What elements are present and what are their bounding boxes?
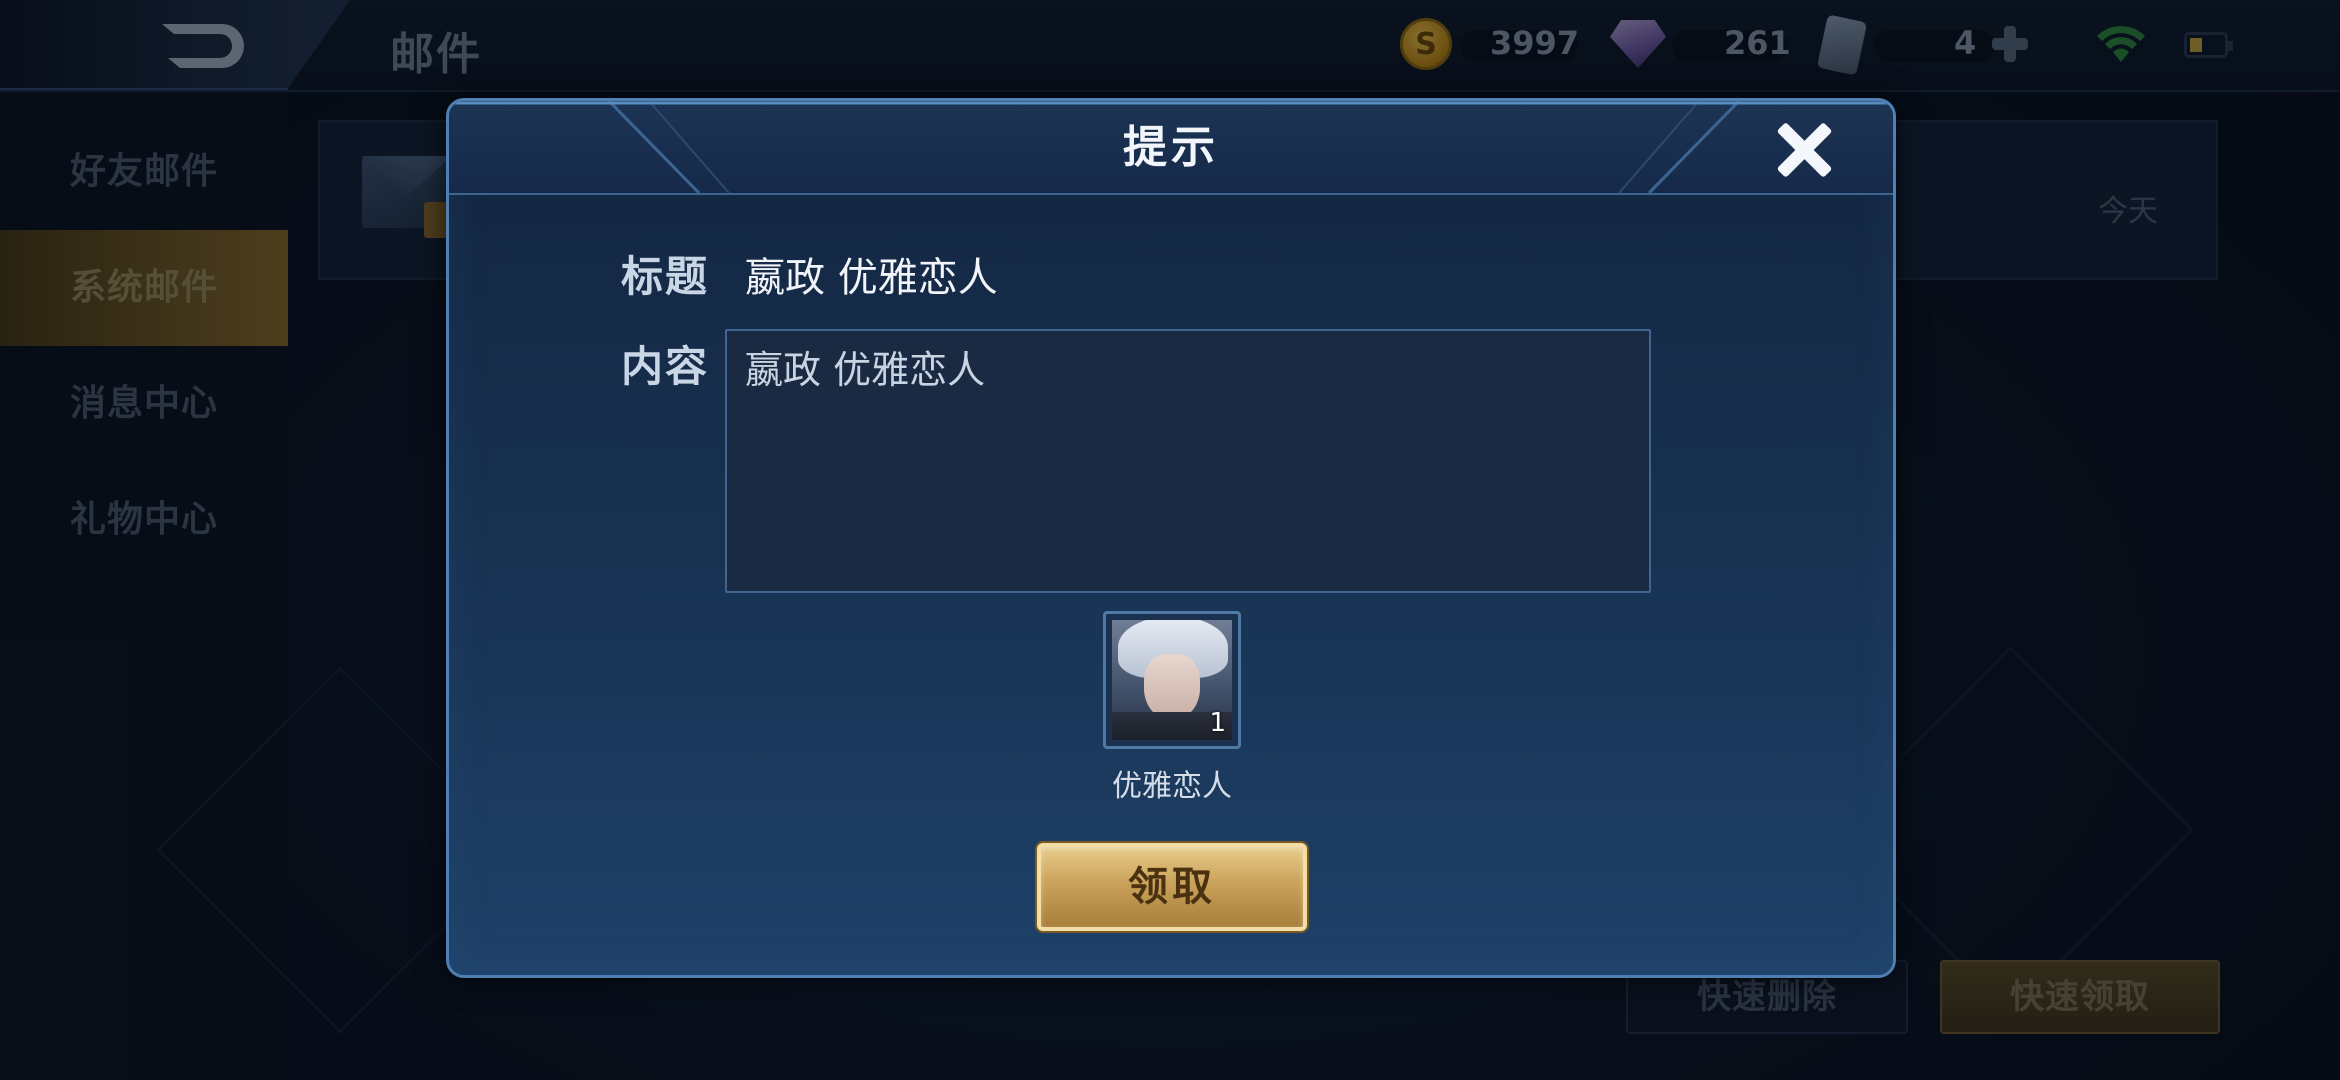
subject-value: 嬴政 优雅恋人: [745, 255, 998, 301]
dialog-header: 提示: [449, 101, 1893, 195]
close-icon[interactable]: [1769, 115, 1839, 185]
mail-detail-dialog: 提示 标题 嬴政 优雅恋人 内容 嬴政 优雅恋人 1 优雅恋人 领取: [446, 98, 1896, 978]
claim-button[interactable]: 领取: [1037, 843, 1307, 931]
skin-portrait-icon: 1: [1112, 620, 1232, 740]
reward-count: 1: [1209, 708, 1226, 738]
subject-label: 标题: [621, 252, 710, 301]
reward-name: 优雅恋人: [1112, 769, 1232, 804]
reward-item[interactable]: 1: [1103, 611, 1241, 749]
content-label: 内容: [621, 342, 710, 391]
content-text-box: 嬴政 优雅恋人: [725, 329, 1651, 593]
dialog-title: 提示: [1123, 122, 1219, 173]
